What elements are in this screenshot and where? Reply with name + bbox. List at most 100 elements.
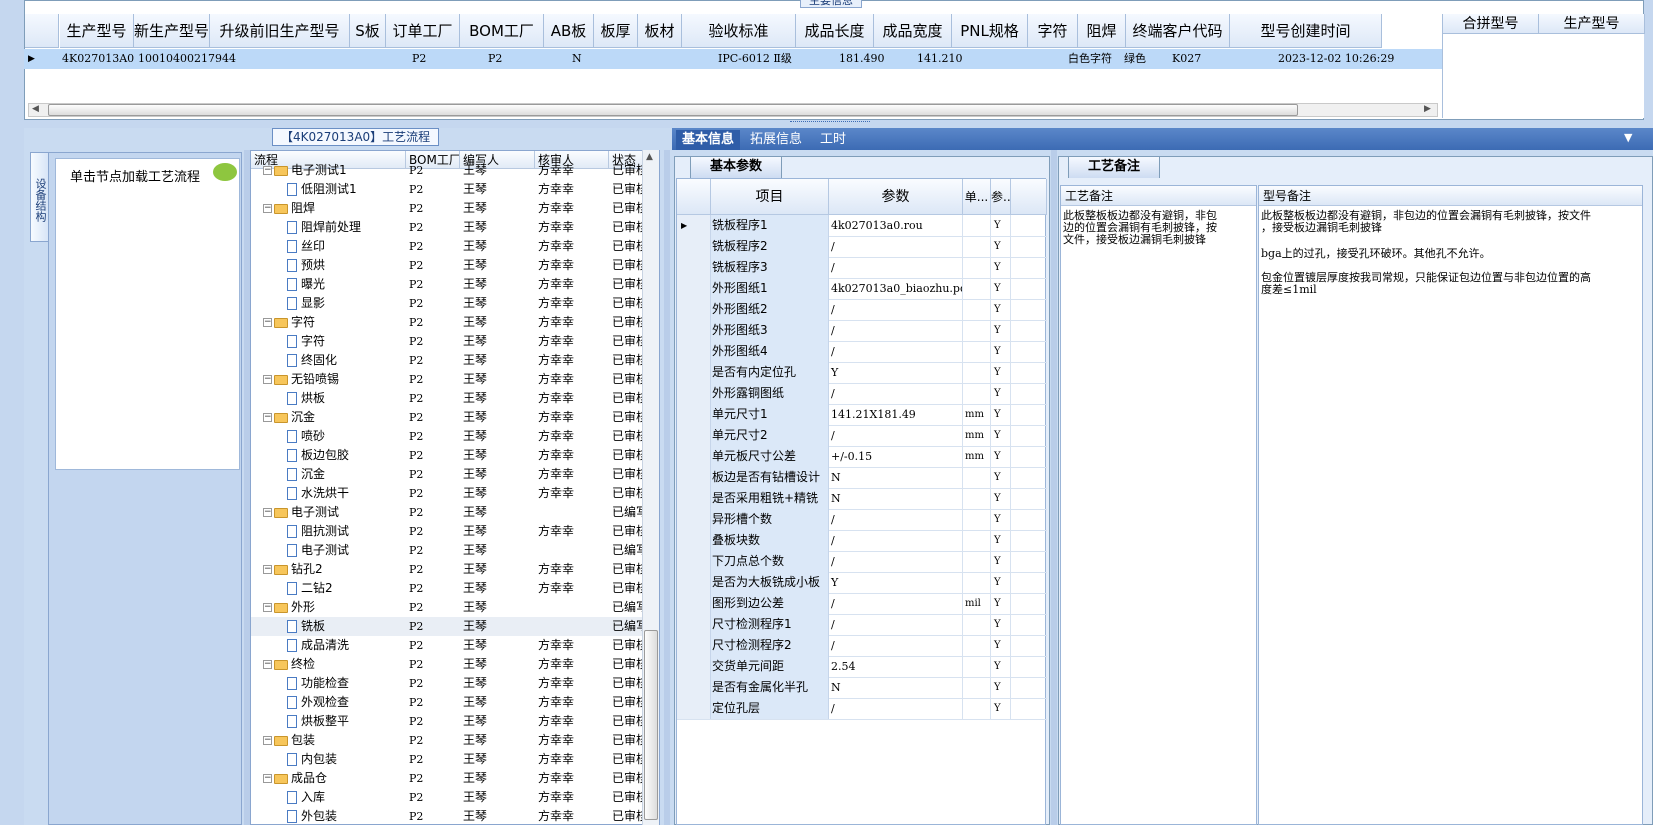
col-header[interactable]: AB板 [544,14,594,48]
list-item[interactable]: − 钻孔2 P2 王琴 方幸幸 已审核 [251,560,648,579]
tab-work-hours[interactable]: 工时 [814,130,852,150]
table-row[interactable]: 外形图纸4/ Y [677,341,1047,363]
cell-prod-no[interactable]: 4K027013A0 [62,49,142,69]
cell-flag[interactable]: Y [991,614,1011,635]
cell-name[interactable]: 外形图纸4 [711,341,829,362]
list-item[interactable]: 喷砂 P2 王琴 方幸幸 已审核 [251,427,648,446]
table-row[interactable]: 叠板块数 / Y [677,530,1047,552]
cell-unit[interactable] [963,677,991,698]
cell-name[interactable]: 单元板尺寸公差 [711,446,829,467]
cell-unit[interactable] [963,551,991,572]
table-row[interactable]: 异形槽个数 / Y [677,509,1047,531]
cell-unit[interactable] [963,299,991,320]
table-row[interactable]: 板边是否有钻槽设计 N Y [677,467,1047,489]
list-item[interactable]: 功能检查 P2 王琴 方幸幸 已审核 [251,674,648,693]
cell-unit[interactable] [963,383,991,404]
cell-order-factory[interactable]: P2 [412,49,452,69]
collapse-icon[interactable]: − [263,204,272,213]
load-process-hint[interactable]: 单击节点加载工艺流程 [70,166,200,185]
list-item[interactable]: − 外形 P2 王琴 已编写 [251,598,648,617]
col-header[interactable]: 成品宽度 [874,14,952,48]
cell-value[interactable]: / [829,551,963,572]
model-remark-line[interactable]: bga上的过孔，接受孔环破环。其他孔不允许。 [1261,248,1631,260]
list-item[interactable]: 显影 P2 王琴 方幸幸 已审核 [251,294,648,313]
list-item[interactable]: 烘板整平 P2 王琴 方幸幸 已审核 [251,712,648,731]
list-item[interactable]: − 电子测试 P2 王琴 已编写 [251,503,648,522]
cell-flag[interactable]: Y [991,320,1011,341]
table-row[interactable]: 尺寸检测程序2/ Y [677,635,1047,657]
table-row[interactable]: 外形图纸1 4k027013a0_biaozhu.pdf Y [677,278,1047,300]
cell-value[interactable]: / [829,236,963,257]
list-item[interactable]: 沉金 P2 王琴 方幸幸 已审核 [251,465,648,484]
list-item[interactable]: 入库 P2 王琴 方幸幸 已审核 [251,788,648,807]
table-row[interactable]: 交货单元间距 2.54 Y [677,656,1047,678]
list-item[interactable]: − 成品仓 P2 王琴 方幸幸 已审核 [251,769,648,788]
cell-name[interactable]: 是否为大板铣成小板 [711,572,829,593]
cell-name[interactable]: 叠板块数 [711,530,829,551]
table-row[interactable]: 外形图纸3/ Y [677,320,1047,342]
list-item[interactable]: 阻抗测试 P2 王琴 方幸幸 已审核 [251,522,648,541]
cell-customer[interactable]: K027 [1172,49,1232,69]
col-header[interactable]: 板材 [638,14,682,48]
table-row[interactable]: 是否有内定位孔 Y Y [677,362,1047,384]
cell-flag[interactable]: Y [991,362,1011,383]
cell-unit[interactable] [963,278,991,299]
cell-flag[interactable]: Y [991,425,1011,446]
col-header[interactable]: 订单工厂 [386,14,460,48]
list-item[interactable]: − 字符 P2 王琴 方幸幸 已审核 [251,313,648,332]
scroll-left-icon[interactable]: ◀ [32,104,39,114]
cell-name[interactable]: 交货单元间距 [711,656,829,677]
col-header[interactable]: PNL规格 [952,14,1028,48]
list-item[interactable]: 二钻2 P2 王琴 方幸幸 已审核 [251,579,648,598]
cell-unit[interactable] [963,341,991,362]
cell-name[interactable]: 铣板程序1 [711,215,829,236]
table-row[interactable]: 是否采用粗铣+精铣 N Y [677,488,1047,510]
list-item[interactable]: 字符 P2 王琴 方幸幸 已审核 [251,332,648,351]
vertical-scrollbar[interactable]: ▲ [642,150,659,825]
list-item[interactable]: − 终检 P2 王琴 方幸幸 已审核 [251,655,648,674]
list-item[interactable]: 曝光 P2 王琴 方幸幸 已审核 [251,275,648,294]
cell-unit[interactable] [963,698,991,719]
list-item[interactable]: − 沉金 P2 王琴 方幸幸 已审核 [251,408,648,427]
grid-corner[interactable] [677,179,711,215]
cell-unit[interactable] [963,509,991,530]
cell-unit[interactable] [963,572,991,593]
table-row[interactable]: 单元尺寸2/mm Y [677,425,1047,447]
cell-flag[interactable]: Y [991,593,1011,614]
cell-name[interactable]: 外形图纸3 [711,320,829,341]
cell-char[interactable]: 白色字符 [1068,49,1128,69]
cell-unit[interactable] [963,362,991,383]
cell-unit[interactable]: mm [963,425,991,446]
list-item[interactable]: 烘板 P2 王琴 方幸幸 已审核 [251,389,648,408]
cell-flag[interactable]: Y [991,467,1011,488]
equipment-structure-tab[interactable]: 设备结构 [30,152,48,242]
list-item[interactable]: 电子测试 P2 王琴 已编写 [251,541,648,560]
cell-value[interactable]: / [829,530,963,551]
cell-value[interactable]: 2.54 [829,656,963,677]
model-remark-line[interactable]: 此板整板板边都没有避铜，非包边的位置会漏铜有毛刺披锋，按文件 ，接受板边漏铜毛刺… [1261,210,1631,234]
cell-unit[interactable] [963,656,991,677]
collapse-icon[interactable]: − [263,318,272,327]
cell-flag[interactable]: Y [991,488,1011,509]
cell-flag[interactable]: Y [991,404,1011,425]
table-row[interactable]: 单元尺寸1 141.21X181.49 mm Y [677,404,1047,426]
col-header-flag[interactable]: 参... [991,179,1011,215]
cell-name[interactable]: 图形到边公差 [711,593,829,614]
collapse-icon[interactable]: − [263,603,272,612]
cell-flag[interactable]: Y [991,278,1011,299]
cell-value[interactable]: N [829,467,963,488]
list-item[interactable]: 阻焊前处理 P2 王琴 方幸幸 已审核 [251,218,648,237]
cell-value[interactable]: N [829,488,963,509]
cell-value[interactable]: 4k027013a0_biaozhu.pdf [829,278,963,299]
cell-flag[interactable]: Y [991,635,1011,656]
scroll-right-icon[interactable]: ▶ [1424,104,1431,114]
cell-value[interactable]: / [829,299,963,320]
cell-flag[interactable]: Y [991,551,1011,572]
list-item[interactable]: − 阻焊 P2 王琴 方幸幸 已审核 [251,199,648,218]
list-item[interactable]: 外观检查 P2 王琴 方幸幸 已审核 [251,693,648,712]
cell-flag[interactable]: Y [991,236,1011,257]
cell-value[interactable]: N [829,677,963,698]
merge-col-header[interactable]: 合拼型号 [1443,14,1539,34]
list-item[interactable]: 内包装 P2 王琴 方幸幸 已审核 [251,750,648,769]
col-header[interactable]: 板厚 [594,14,638,48]
